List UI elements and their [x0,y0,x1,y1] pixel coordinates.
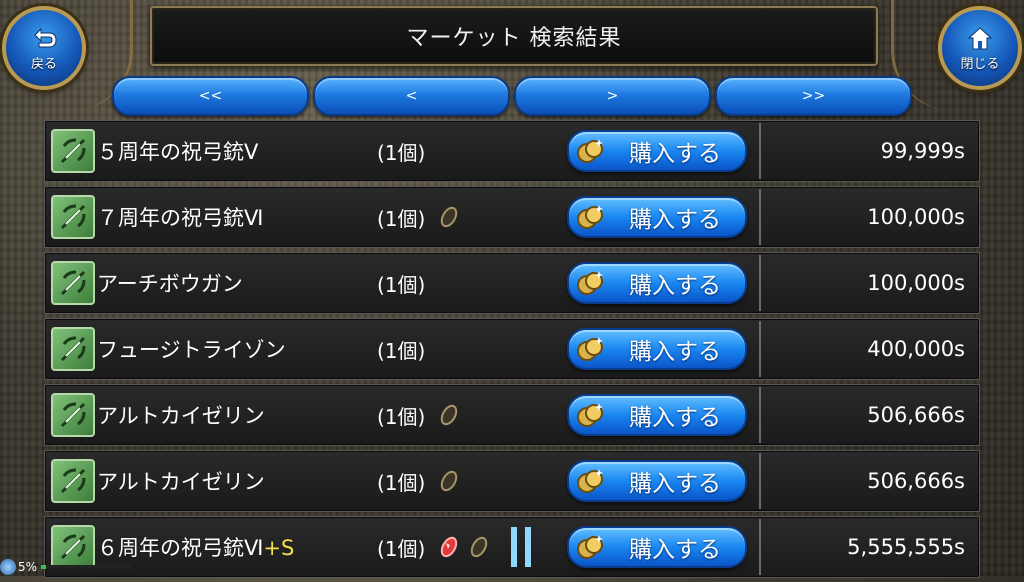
item-price: 100,000s [867,271,965,295]
list-item[interactable]: アルトカイゼリン (1個) 購入する 506,666s [44,384,980,446]
item-price: 99,999s [880,139,965,163]
status-indicator: 5% [0,558,132,576]
crossbow-icon [51,261,95,305]
close-button[interactable]: 閉じる [938,6,1022,90]
market-result-list: ５周年の祝弓銃Ⅴ (1個) 購入する 99,999s ７周年の祝弓銃Ⅵ (1個)… [44,120,980,582]
item-price: 506,666s [867,469,965,493]
item-quantity: (1個) [377,536,426,561]
return-arrow-icon [34,27,57,47]
crossbow-icon [51,459,95,503]
divider [759,519,761,575]
item-quantity: (1個) [377,140,426,165]
divider [759,189,761,245]
coin-icon [577,139,603,163]
item-quantity: (1個) [377,272,426,297]
list-item[interactable]: フュージトライゾン (1個) 購入する 400,000s [44,318,980,380]
item-price: 506,666s [867,403,965,427]
list-item[interactable]: ７周年の祝弓銃Ⅵ (1個) 購入する 100,000s [44,186,980,248]
back-button[interactable]: 戻る [2,6,86,90]
divider [759,387,761,443]
pagination: << < > >> [112,76,912,116]
home-icon [967,26,993,49]
coin-icon [577,205,603,229]
buy-button[interactable]: 購入する [567,394,747,436]
seed-slot-icon [440,470,458,492]
item-name: アルトカイゼリン [97,404,265,428]
coin-icon [577,535,603,559]
list-item[interactable]: アルトカイゼリン (1個) 購入する 506,666s [44,450,980,512]
coin-icon [577,271,603,295]
item-quantity: (1個) [377,206,426,231]
status-progress-fill [41,565,46,569]
coin-icon [577,469,603,493]
coin-icon [577,403,603,427]
item-quantity: (1個) [377,404,426,429]
seed-slot-icon [440,404,458,426]
item-name: フュージトライゾン [97,338,286,362]
back-label: 戻る [30,56,57,72]
coin-icon [577,337,603,361]
next-page-button[interactable]: > [514,76,711,116]
buy-label: 購入する [629,141,721,167]
buy-label: 購入する [629,537,721,563]
close-label: 閉じる [960,56,1000,72]
status-percent: 5% [18,560,38,574]
buy-button[interactable]: 購入する [567,328,747,370]
globe-icon [0,559,16,575]
red-gem-icon [440,536,458,558]
item-name: アルトカイゼリン [97,470,265,494]
enhance-suffix: +S [263,536,295,560]
pause-bars-icon [511,527,531,567]
item-name: ７周年の祝弓銃Ⅵ [97,206,264,230]
buy-button[interactable]: 購入する [567,196,747,238]
divider [759,321,761,377]
item-price: 100,000s [867,205,965,229]
item-name-text: ６周年の祝弓銃Ⅵ [97,536,264,560]
item-quantity: (1個) [377,470,426,495]
buy-button[interactable]: 購入する [567,130,747,172]
divider [759,123,761,179]
seed-slot-icon [440,206,458,228]
buy-label: 購入する [629,471,721,497]
prev-page-button[interactable]: < [313,76,510,116]
buy-button[interactable]: 購入する [567,262,747,304]
divider [759,255,761,311]
buy-label: 購入する [629,207,721,233]
page-title: マーケット 検索結果 [406,26,622,51]
item-price: 5,555,555s [847,535,965,559]
seed-slot-icon [470,536,488,558]
buy-button[interactable]: 購入する [567,460,747,502]
item-price: 400,000s [867,337,965,361]
list-item[interactable]: ６周年の祝弓銃Ⅵ+S (1個) 購入する 5,555,555s [44,516,980,578]
crossbow-icon [51,327,95,371]
crossbow-icon [51,393,95,437]
list-item[interactable]: ５周年の祝弓銃Ⅴ (1個) 購入する 99,999s [44,120,980,182]
item-name: ５周年の祝弓銃Ⅴ [97,140,259,164]
buy-label: 購入する [629,273,721,299]
last-page-button[interactable]: >> [715,76,912,116]
crossbow-icon [51,129,95,173]
crossbow-icon [51,195,95,239]
item-quantity: (1個) [377,338,426,363]
first-page-button[interactable]: << [112,76,309,116]
buy-button[interactable]: 購入する [567,526,747,568]
status-progress-bar [41,565,132,569]
buy-label: 購入する [629,339,721,365]
divider [759,453,761,509]
item-name: アーチボウガン [97,272,243,296]
list-item[interactable]: アーチボウガン (1個) 購入する 100,000s [44,252,980,314]
buy-label: 購入する [629,405,721,431]
page-title-bar: マーケット 検索結果 [150,6,878,66]
